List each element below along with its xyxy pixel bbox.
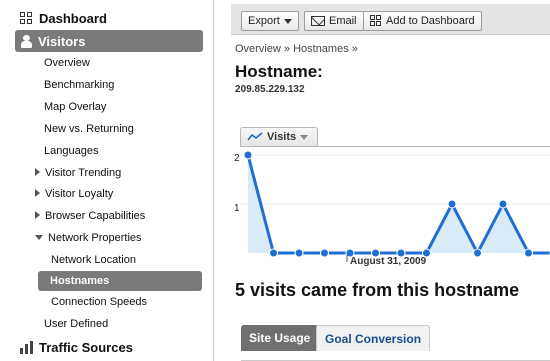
y-tick-label: 2 xyxy=(234,153,240,164)
dashboard-grid-icon xyxy=(370,15,382,27)
nav-section-visitors[interactable]: Visitors xyxy=(15,30,203,52)
sidebar: Dashboard Visitors Overview Benchmarking… xyxy=(0,0,214,361)
data-point[interactable] xyxy=(473,248,482,258)
person-icon xyxy=(21,34,32,48)
data-point[interactable] xyxy=(243,150,253,160)
chevron-down-icon xyxy=(283,18,292,24)
nav-traffic-sources-label: Traffic Sources xyxy=(39,339,133,355)
visits-chart: 2 1 August 31, 2009Sep xyxy=(234,146,550,267)
data-point[interactable] xyxy=(320,248,329,258)
traffic-sources-icon xyxy=(20,340,34,354)
export-button[interactable]: Export xyxy=(241,11,299,31)
sidebar-item-label: Network Properties xyxy=(48,232,142,244)
sidebar-item-new-vs-returning[interactable]: New vs. Returning xyxy=(44,119,134,139)
sidebar-item-connection-speeds[interactable]: Connection Speeds xyxy=(51,292,147,312)
toolbar: Export Email Add to Dashboard xyxy=(231,4,550,35)
sidebar-item-languages[interactable]: Languages xyxy=(44,141,98,161)
chart-svg: August 31, 2009Sep xyxy=(240,150,550,267)
report-tabs: Site Usage Goal Conversion xyxy=(241,325,550,361)
page-subtitle: 209.85.229.132 xyxy=(235,84,305,95)
add-to-dashboard-label: Add to Dashboard xyxy=(386,15,475,27)
breadcrumb[interactable]: Overview » Hostnames » xyxy=(235,43,358,55)
sidebar-item-network-properties[interactable]: Network Properties xyxy=(35,228,142,248)
main-content: Export Email Add to Dashboard Overview »… xyxy=(221,0,550,361)
tab-goal-conversion[interactable]: Goal Conversion xyxy=(316,325,431,351)
nav-section-label: Visitors xyxy=(38,33,86,49)
export-label: Export xyxy=(248,15,280,27)
data-point[interactable] xyxy=(269,248,278,258)
envelope-icon xyxy=(311,16,325,26)
page-title: Hostname: xyxy=(235,62,323,81)
sidebar-item-visitor-loyalty[interactable]: Visitor Loyalty xyxy=(35,184,113,204)
email-label: Email xyxy=(329,15,357,27)
sidebar-item-network-location[interactable]: Network Location xyxy=(51,250,136,270)
metric-selector-label: Visits xyxy=(267,131,297,143)
summary-text: 5 visits came from this hostname xyxy=(235,280,520,300)
sidebar-item-label: Browser Capabilities xyxy=(45,210,146,222)
sidebar-item-user-defined[interactable]: User Defined xyxy=(44,314,108,334)
line-chart-icon xyxy=(247,132,263,141)
data-point[interactable] xyxy=(447,199,457,209)
expand-arrow-icon xyxy=(35,189,40,198)
add-to-dashboard-button[interactable]: Add to Dashboard xyxy=(363,11,482,31)
sidebar-item-overview[interactable]: Overview xyxy=(44,53,90,73)
x-tick-label: August 31, 2009 xyxy=(350,256,427,267)
email-button[interactable]: Email xyxy=(304,11,364,31)
nav-dashboard-label: Dashboard xyxy=(39,10,107,26)
nav-dashboard[interactable]: Dashboard xyxy=(20,9,107,27)
metric-selector[interactable]: Visits xyxy=(240,127,318,146)
data-point[interactable] xyxy=(498,199,508,209)
dashboard-icon xyxy=(20,11,33,25)
data-point[interactable] xyxy=(524,248,533,258)
sidebar-item-browser-capabilities[interactable]: Browser Capabilities xyxy=(35,206,145,226)
data-point[interactable] xyxy=(294,248,304,258)
sidebar-item-hostnames[interactable]: Hostnames xyxy=(38,271,202,291)
sidebar-item-map-overlay[interactable]: Map Overlay xyxy=(44,97,106,117)
expand-arrow-icon xyxy=(35,211,40,220)
nav-traffic-sources[interactable]: Traffic Sources xyxy=(20,338,133,356)
sidebar-item-label: Visitor Trending xyxy=(45,167,122,179)
expand-arrow-icon xyxy=(35,168,40,177)
tab-site-usage[interactable]: Site Usage xyxy=(241,325,319,351)
collapse-arrow-icon xyxy=(35,234,43,240)
sidebar-item-benchmarking[interactable]: Benchmarking xyxy=(44,75,114,95)
sidebar-item-label: Visitor Loyalty xyxy=(45,188,114,200)
sidebar-item-visitor-trending[interactable]: Visitor Trending xyxy=(35,163,121,183)
y-tick-label: 1 xyxy=(234,203,240,214)
chevron-down-icon xyxy=(300,134,309,140)
